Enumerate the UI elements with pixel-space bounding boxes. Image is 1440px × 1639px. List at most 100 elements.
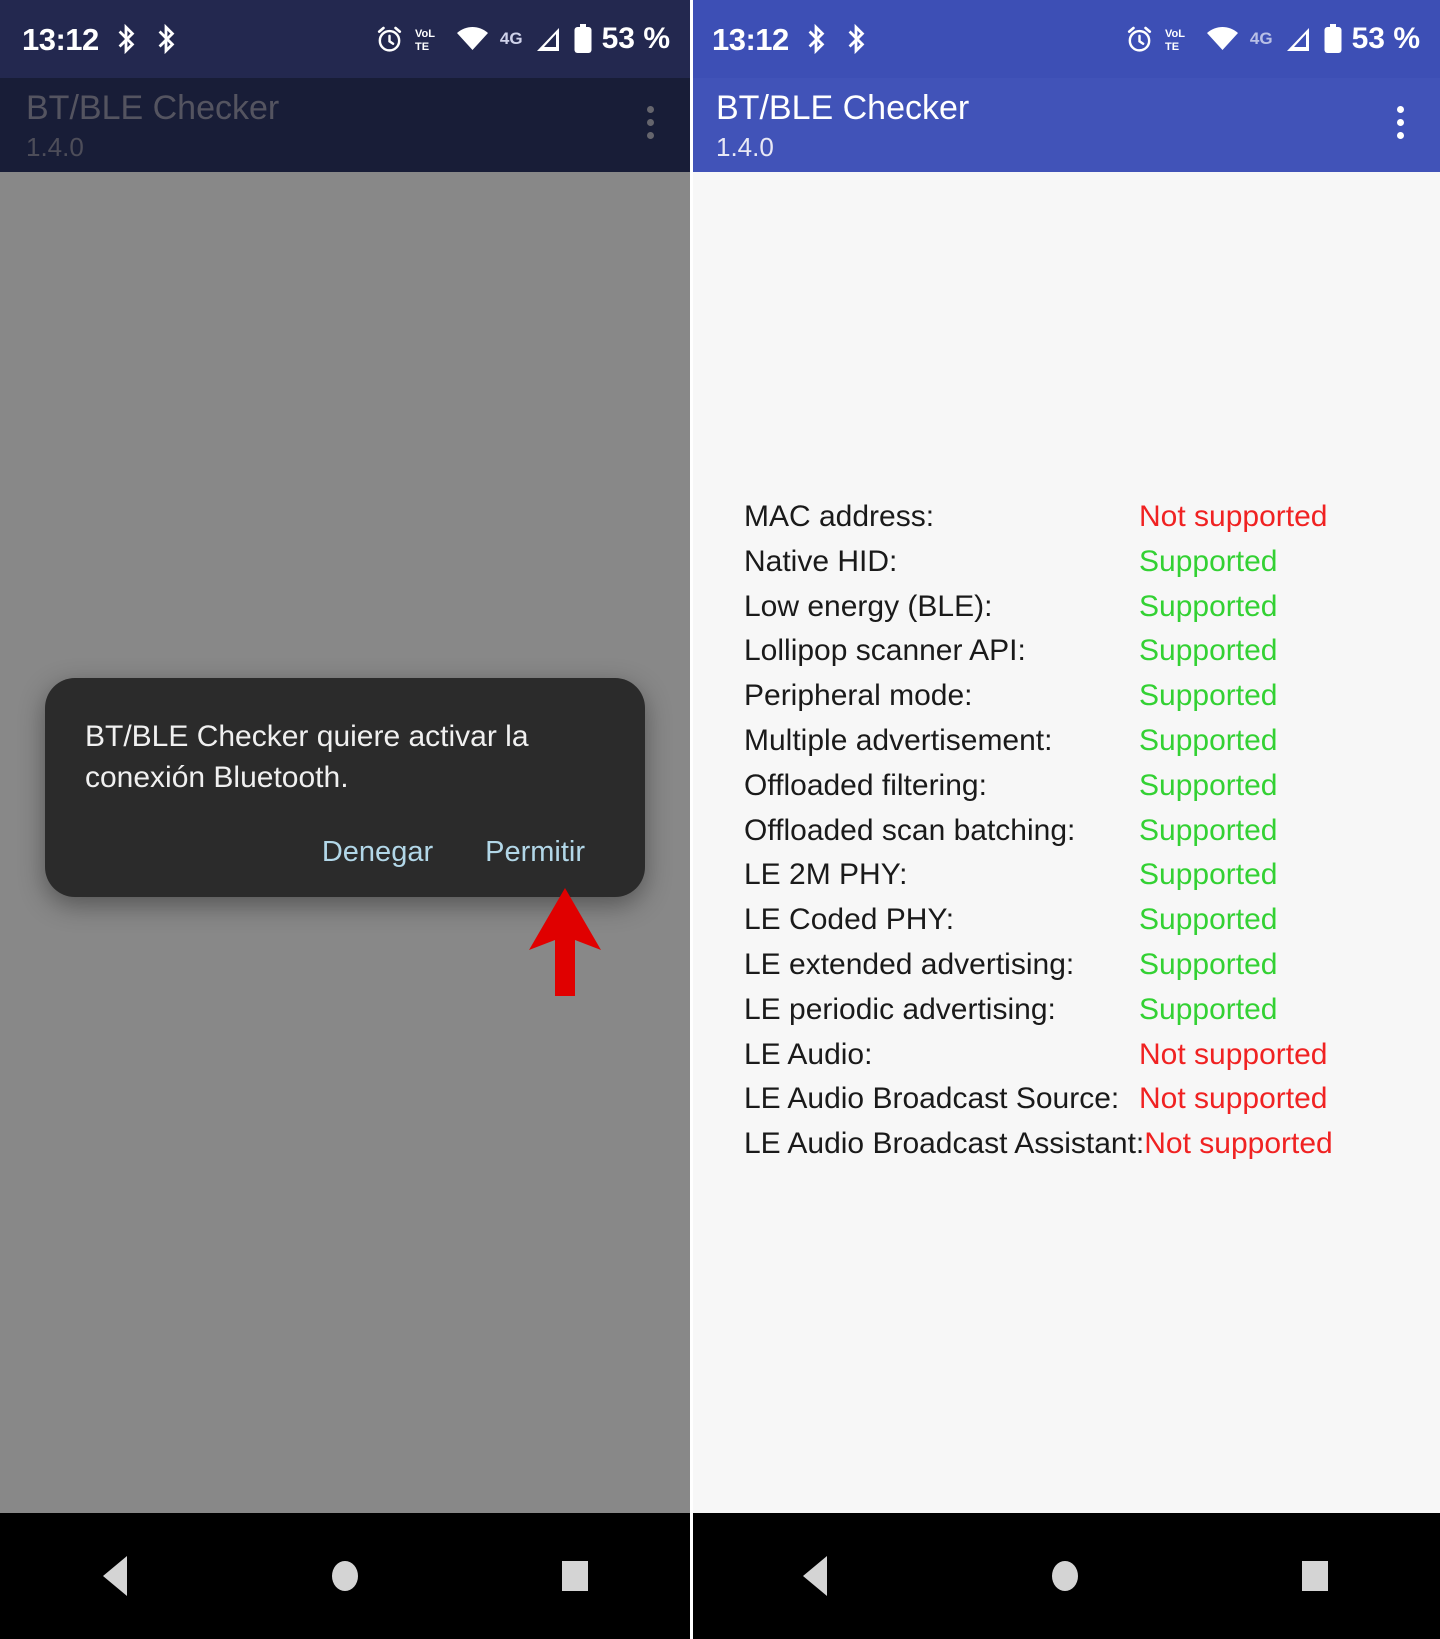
navigation-bar (690, 1513, 1440, 1639)
feature-value: Supported (1139, 858, 1278, 892)
feature-value: Supported (1139, 589, 1278, 623)
dot (1396, 118, 1404, 126)
signal-icon (1286, 27, 1309, 51)
app-bar-titles: BT/BLE Checker 1.4.0 (716, 86, 969, 172)
back-button[interactable] (770, 1531, 860, 1621)
recents-button[interactable] (1270, 1531, 1360, 1621)
feature-label: Offloaded filtering: (744, 768, 987, 802)
network-4g-icon: 4G (499, 29, 523, 48)
navigation-bar (0, 1513, 690, 1639)
feature-row: Low energy (BLE): Supported (744, 585, 1422, 630)
feature-row: LE periodic advertising: Supported (744, 988, 1422, 1033)
status-bar-left: 13:12 (22, 24, 179, 55)
network-4g-icon: 4G (1249, 29, 1273, 48)
home-button[interactable] (1020, 1531, 1110, 1621)
feature-row: LE extended advertising: Supported (744, 943, 1422, 988)
back-button[interactable] (70, 1531, 160, 1621)
status-bar-right: VoL TE 4G 53 % (375, 24, 670, 54)
feature-label: Lollipop scanner API: (744, 634, 1026, 668)
dot (1396, 105, 1404, 113)
feature-value: Supported (1139, 544, 1278, 578)
back-triangle-icon (103, 1556, 127, 1596)
feature-value: Supported (1139, 992, 1278, 1026)
status-bar-clock: 13:12 (712, 21, 789, 57)
left-phone-screen: 13:12 VoL TE 4G 53 % BT/BLE Checker 1.4.0 (0, 0, 690, 1639)
feature-row: Native HID: Supported (744, 540, 1422, 585)
feature-row: Lollipop scanner API: Supported (744, 629, 1422, 674)
app-title: BT/BLE Checker (716, 89, 970, 127)
svg-text:VoL: VoL (415, 28, 435, 40)
home-circle-icon (332, 1561, 358, 1591)
side-by-side-screenshots: 13:12 VoL TE 4G 53 % BT/BLE Checker 1.4.0 (0, 0, 1440, 1639)
feature-label: Multiple advertisement: (744, 723, 1053, 757)
feature-value: Supported (1139, 768, 1278, 802)
app-version: 1.4.0 (716, 132, 774, 162)
bluetooth-icon (158, 24, 175, 54)
recents-square-icon (562, 1561, 588, 1591)
status-bar: 13:12 VoL TE 4G 53 % (690, 0, 1440, 78)
volte-icon: VoLTE (415, 28, 435, 53)
bluetooth-icon (118, 24, 135, 54)
feature-row: Peripheral mode: Supported (744, 674, 1422, 719)
dialog-message: BT/BLE Checker quiere activar la conexió… (85, 720, 529, 794)
status-bar-clock: 13:12 (22, 21, 99, 57)
svg-text:TE: TE (1165, 41, 1179, 53)
feature-label: Offloaded scan batching: (744, 813, 1076, 847)
right-phone-screen: 13:12 VoL TE 4G 53 % BT/BLE Checker 1.4.0 (690, 0, 1440, 1639)
wifi-icon (1206, 27, 1238, 50)
dot (1396, 131, 1404, 139)
alarm-icon (377, 26, 402, 52)
home-circle-icon (1052, 1561, 1078, 1591)
feature-label: MAC address: (744, 500, 935, 533)
feature-label: LE Audio Broadcast Assistant: (744, 1127, 1145, 1161)
app-bar: BT/BLE Checker 1.4.0 (690, 78, 1440, 172)
bluetooth-permission-dialog: BT/BLE Checker quiere activar la conexió… (45, 678, 645, 897)
feature-label: LE 2M PHY: (744, 858, 908, 892)
feature-label: Peripheral mode: (744, 679, 973, 713)
feature-row: Offloaded filtering: Supported (744, 764, 1422, 809)
wifi-icon (456, 27, 488, 50)
status-bar: 13:12 VoL TE 4G 53 % (0, 0, 690, 78)
feature-value: Supported (1139, 947, 1278, 981)
feature-row: LE 2M PHY: Supported (744, 853, 1422, 898)
feature-value: Supported (1139, 679, 1278, 713)
allow-button[interactable]: Permitir (467, 826, 603, 879)
feature-row: LE Audio Broadcast Assistant: Not support… (744, 1122, 1422, 1167)
feature-label: LE Coded PHY: (744, 903, 955, 937)
feature-value: Not supported (1139, 1082, 1328, 1116)
volte-icon: VoLTE (1165, 28, 1185, 53)
deny-button[interactable]: Denegar (304, 826, 451, 879)
feature-row: LE Audio: Not supported (744, 1033, 1422, 1078)
battery-icon (1324, 24, 1342, 53)
svg-text:VoL: VoL (1165, 28, 1185, 40)
bluetooth-icon (808, 24, 825, 54)
feature-label: LE periodic advertising: (744, 992, 1056, 1026)
feature-value: Supported (1139, 813, 1278, 847)
feature-value: Supported (1139, 903, 1278, 937)
feature-value: Supported (1139, 634, 1278, 668)
content-area: MAC address: Not supported Native HID: Supp… (690, 172, 1440, 1513)
feature-row: MAC address: Not supported (744, 495, 1422, 540)
back-triangle-icon (803, 1556, 827, 1596)
recents-square-icon (1302, 1561, 1328, 1591)
feature-label: LE extended advertising: (744, 947, 1075, 981)
feature-row: LE Coded PHY: Supported (744, 898, 1422, 943)
feature-value: Not supported (1139, 1037, 1328, 1071)
signal-icon (536, 27, 559, 51)
battery-icon (574, 24, 592, 53)
battery-percent: 53 % (601, 22, 670, 55)
alarm-icon (1127, 26, 1152, 52)
feature-label: Native HID: (744, 544, 898, 578)
more-options-icon[interactable] (1380, 94, 1420, 150)
feature-value: Not supported (1139, 500, 1328, 533)
bluetooth-icon (848, 24, 865, 54)
battery-percent: 53 % (1351, 22, 1420, 55)
home-button[interactable] (300, 1531, 390, 1621)
feature-value: Not supported (1144, 1127, 1333, 1161)
svg-text:TE: TE (415, 41, 429, 53)
panel-divider (690, 0, 693, 1639)
recents-button[interactable] (530, 1531, 620, 1621)
feature-label: Low energy (BLE): (744, 589, 993, 623)
status-bar-right: VoL TE 4G 53 % (1125, 24, 1420, 54)
status-bar-left: 13:12 (712, 24, 869, 55)
